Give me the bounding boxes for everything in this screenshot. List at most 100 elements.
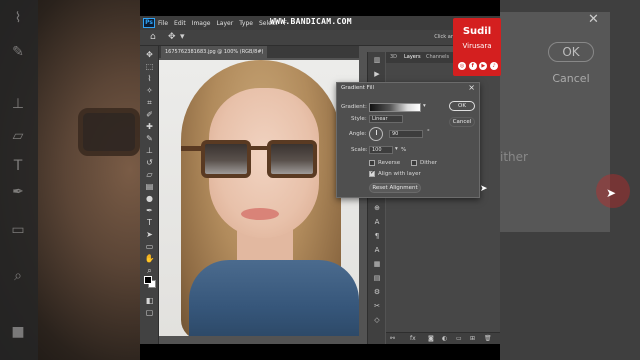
type-icon[interactable]: T — [144, 218, 155, 228]
stamp-icon: ⊥ — [11, 96, 25, 112]
style-select[interactable]: Linear — [369, 115, 403, 123]
glyphs-icon[interactable]: A — [372, 246, 382, 255]
angle-label: Angle: — [349, 131, 367, 137]
dither-checkbox[interactable] — [411, 160, 417, 166]
youtube-icon: ▶ — [479, 62, 488, 70]
angle-dial[interactable] — [369, 127, 383, 141]
tab-3d[interactable]: 3D — [390, 52, 397, 63]
lasso-icon: ⌇ — [14, 10, 22, 26]
dodge-icon[interactable]: ● — [144, 194, 155, 204]
fx-icon[interactable]: fx — [410, 335, 416, 342]
tiktok-icon: ♪ — [489, 62, 498, 70]
menu-layer[interactable]: Layer — [216, 20, 233, 27]
brush-icon[interactable]: ✎ — [144, 134, 155, 144]
move-icon[interactable]: ✥ — [144, 50, 155, 60]
zoom-icon: ⌕ — [14, 268, 22, 284]
photoshop-window: Ps File Edit Image Layer Type Select F W… — [140, 16, 500, 344]
menu-image[interactable]: Image — [192, 20, 211, 27]
type-icon: T — [13, 158, 23, 174]
color-swatch-icon: ■ — [11, 324, 25, 340]
document-tabs: 1675762381683.jpg @ 100% (RGB/8#) — [159, 46, 359, 58]
stamp-icon[interactable]: ⊥ — [144, 146, 155, 156]
close-icon[interactable]: × — [468, 83, 475, 92]
ok-button[interactable]: OK — [449, 101, 475, 111]
new-layer-icon[interactable]: ⊞ — [470, 335, 475, 342]
layers-panel-footer: ⚯ fx ◙ ◐ ▭ ⊞ 🗑 — [386, 332, 500, 344]
eraser-icon: ▱ — [12, 128, 24, 144]
rectangle-icon[interactable]: ▭ — [144, 242, 155, 252]
path-select-icon[interactable]: ➤ — [144, 230, 155, 240]
adjust-icon[interactable]: ⊕ — [372, 204, 382, 213]
paragraph-style-icon[interactable]: ¶ — [372, 232, 382, 241]
angle-unit: ° — [427, 129, 430, 135]
home-icon[interactable]: ⌂ — [150, 32, 156, 42]
blurred-toolbar: ⌇ ✎ ⊥ ▱ T ✒ ▭ ⌕ ■ — [0, 0, 38, 360]
quick-mask-icon[interactable]: ◧ — [144, 296, 155, 306]
document-tab[interactable]: 1675762381683.jpg @ 100% (RGB/8#) — [161, 46, 268, 58]
reverse-checkbox[interactable] — [369, 160, 375, 166]
scale-unit: % — [401, 147, 407, 153]
pen-icon: ✒ — [12, 184, 24, 200]
mask-icon[interactable]: ◙ — [428, 335, 434, 342]
trash-icon[interactable]: 🗑 — [484, 335, 492, 342]
lasso-icon[interactable]: ⌇ — [144, 74, 155, 84]
tab-channels[interactable]: Channels — [426, 52, 449, 63]
gradient-picker[interactable] — [369, 103, 421, 112]
screen-mode-icon[interactable]: ▢ — [144, 308, 155, 318]
blurred-cancel-button: Cancel — [552, 72, 590, 85]
scale-label: Scale: — [351, 147, 368, 153]
styles-icon[interactable]: ✂ — [372, 302, 382, 311]
move-tool-icon[interactable]: ✥ — [168, 32, 176, 42]
menu-edit[interactable]: Edit — [174, 20, 186, 27]
marquee-icon[interactable]: ⬚ — [144, 62, 155, 72]
eyedropper-icon[interactable]: ✐ — [144, 110, 155, 120]
menu-file[interactable]: File — [158, 20, 168, 27]
angle-input[interactable]: 90 — [389, 130, 423, 138]
chevron-down-icon[interactable]: ▾ — [180, 32, 185, 42]
chevron-down-icon[interactable]: ▾ — [395, 146, 398, 152]
align-with-layer-checkbox[interactable] — [369, 169, 375, 177]
channel-badge: Sudil Virusara ◎ f ▶ ♪ — [453, 18, 501, 76]
instagram-icon: ◎ — [458, 62, 466, 70]
history-icon[interactable]: ▥ — [372, 56, 382, 65]
eraser-icon[interactable]: ▱ — [144, 170, 155, 180]
glasses-left-lens — [201, 140, 251, 178]
tab-layers[interactable]: Layers — [404, 52, 421, 63]
chevron-down-icon[interactable]: ▾ — [423, 103, 426, 109]
history-brush-icon[interactable]: ↺ — [144, 158, 155, 168]
bandicam-watermark: WWW.BANDICAM.COM — [270, 17, 352, 26]
cancel-button[interactable]: Cancel — [449, 117, 475, 127]
foreground-color-swatch[interactable] — [144, 276, 152, 284]
letterbox-top — [140, 0, 500, 16]
rectangle-icon: ▭ — [11, 222, 25, 238]
image-canvas[interactable] — [159, 60, 359, 336]
libraries-icon[interactable]: ▤ — [372, 274, 382, 283]
properties-icon[interactable]: ⚙ — [372, 288, 382, 297]
menu-type[interactable]: Type — [239, 20, 253, 27]
blurred-background-left: ⌇ ✎ ⊥ ▱ T ✒ ▭ ⌕ ■ — [0, 0, 140, 360]
reset-alignment-button[interactable]: Reset Alignment — [369, 183, 421, 193]
blurred-glasses — [78, 108, 140, 156]
brush-icon: ✎ — [12, 44, 24, 60]
letterbox-bottom — [140, 344, 500, 360]
pen-icon[interactable]: ✒ — [144, 206, 155, 216]
screen: ⌇ ✎ ⊥ ▱ T ✒ ▭ ⌕ ■ ✕ OK Cancel ither ➤ Ps… — [0, 0, 640, 360]
dialog-title: Gradient Fill — [341, 85, 375, 91]
zoom-icon[interactable]: ⌕ — [144, 266, 155, 276]
adjustment-layer-icon[interactable]: ◐ — [442, 335, 447, 342]
crop-icon[interactable]: ⌗ — [144, 98, 155, 108]
character-icon[interactable]: A — [372, 218, 382, 227]
gradient-icon[interactable]: ▤ — [144, 182, 155, 192]
glasses-temple — [181, 146, 201, 151]
hand-icon[interactable]: ✋ — [144, 254, 155, 264]
folder-icon[interactable]: ▭ — [456, 335, 462, 342]
link-icon[interactable]: ⚯ — [390, 335, 395, 342]
style-label: Style: — [351, 116, 367, 122]
scale-input[interactable]: 100 — [369, 146, 393, 154]
paths-icon[interactable]: ◇ — [372, 316, 382, 325]
cursor-icon: ➤ — [606, 186, 617, 200]
quick-select-icon[interactable]: ✧ — [144, 86, 155, 96]
healing-icon[interactable]: ✚ — [144, 122, 155, 132]
swatches-icon[interactable]: ▦ — [372, 260, 382, 269]
play-icon[interactable]: ▶ — [372, 70, 382, 79]
